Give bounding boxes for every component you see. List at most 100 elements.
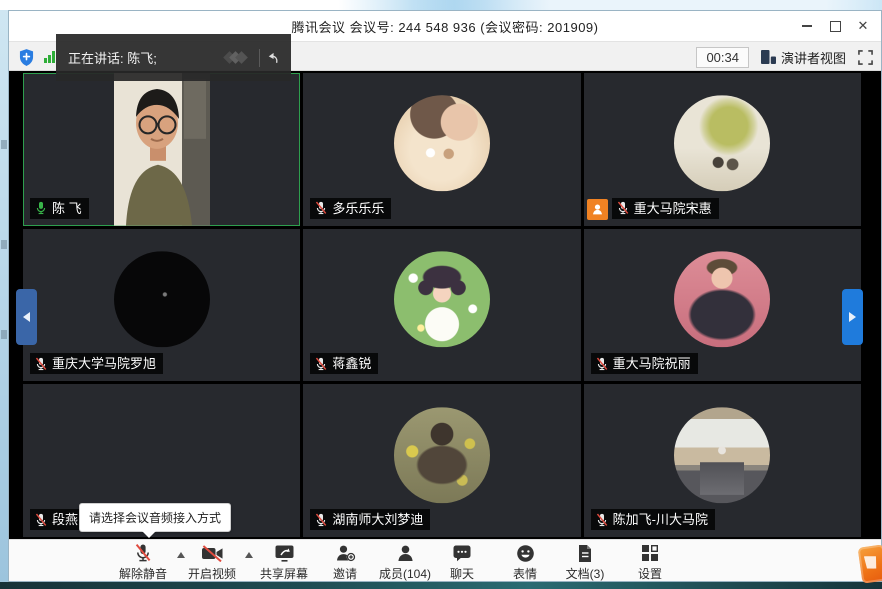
minimize-icon: [802, 25, 812, 27]
video-grid: 陈 飞 多乐乐乐: [9, 71, 881, 539]
share-screen-icon: [274, 543, 295, 563]
members-icon: [396, 543, 415, 563]
speaking-indicator-text: 正在讲话: 陈飞;: [56, 48, 228, 67]
participant-name-label: 蒋鑫锐: [310, 353, 378, 374]
settings-label: 设置: [638, 565, 662, 582]
desktop-icon-fragment: [1, 330, 7, 339]
docs-label: 文档(3): [566, 565, 605, 582]
participant-tile[interactable]: 多乐乐乐: [303, 73, 580, 226]
emoji-label: 表情: [513, 565, 537, 582]
desktop-icon-fragment: [1, 240, 7, 249]
participant-tile[interactable]: 重大马院宋惠: [584, 73, 861, 226]
mic-muted-icon: [595, 513, 609, 527]
external-app-icon[interactable]: [858, 544, 882, 583]
avatar: [394, 96, 490, 192]
collapse-arrow-icon[interactable]: [267, 51, 281, 65]
participant-name-label: 重大马院祝丽: [591, 353, 698, 374]
speaker-view-button[interactable]: 演讲者视图: [761, 48, 846, 67]
chat-icon: [452, 543, 472, 563]
camera-off-icon: [201, 543, 224, 563]
settings-grid-icon: [641, 543, 659, 563]
invite-label: 邀请: [333, 565, 357, 582]
avatar: [114, 407, 210, 503]
mic-on-icon: [34, 201, 48, 215]
avatar: [114, 251, 210, 347]
participant-name-label: 陈 飞: [30, 198, 89, 219]
start-video-label: 开启视频: [188, 565, 236, 582]
start-video-button[interactable]: 开启视频: [174, 543, 250, 582]
audio-join-tooltip-text: 请选择会议音频接入方式: [89, 509, 221, 526]
mic-muted-icon: [34, 513, 48, 527]
unmute-label: 解除静音: [119, 565, 167, 582]
mic-muted-icon: [133, 543, 153, 563]
emoji-icon: [516, 543, 535, 563]
desktop-wallpaper-left: [0, 10, 8, 582]
avatar: [674, 407, 770, 503]
meeting-window: 腾讯会议 会议号: 244 548 936 (会议密码: 201909) ✕ 0…: [8, 10, 882, 582]
participant-name: 陈加飞-川大马院: [613, 511, 708, 528]
participant-tile[interactable]: 陈加飞-川大马院: [584, 384, 861, 537]
meeting-toolbar: 解除静音 开启视频: [9, 539, 881, 581]
participant-name: 重大马院祝丽: [613, 355, 691, 372]
mic-muted-icon: [314, 201, 328, 215]
avatar: [674, 96, 770, 192]
avatar: [394, 407, 490, 503]
participant-name-label: 重庆大学马院罗旭: [30, 353, 163, 374]
member-badge-icon: [587, 199, 608, 220]
invite-icon: [335, 543, 356, 563]
unmute-button[interactable]: 解除静音: [105, 543, 181, 582]
overlay-divider: [259, 49, 260, 67]
participant-name-label: 多乐乐乐: [310, 198, 391, 219]
participant-tile[interactable]: 重大马院祝丽: [584, 229, 861, 382]
tooltip-caret: [142, 531, 156, 538]
audio-join-tooltip: 请选择会议音频接入方式: [79, 503, 231, 532]
participant-tile[interactable]: 蒋鑫锐: [303, 229, 580, 382]
network-signal-icon[interactable]: [44, 51, 55, 63]
participant-name: 蒋鑫锐: [332, 355, 371, 372]
mic-muted-icon: [616, 201, 630, 215]
brand-logo-icon: [228, 53, 246, 62]
layout-view-icon: [761, 50, 776, 64]
maximize-icon: [830, 21, 841, 32]
participant-tile[interactable]: 湖南师大刘梦迪: [303, 384, 580, 537]
arrow-left-icon: [23, 312, 30, 322]
speaker-view-label: 演讲者视图: [781, 48, 846, 67]
participant-name: 重大马院宋惠: [634, 200, 712, 217]
meeting-timer: 00:34: [696, 47, 749, 68]
close-button[interactable]: ✕: [849, 13, 877, 39]
window-title: 腾讯会议 会议号: 244 548 936 (会议密码: 201909): [291, 17, 598, 36]
next-page-arrow[interactable]: [842, 289, 863, 345]
participant-tile-chenfei[interactable]: 陈 飞: [23, 73, 300, 226]
participant-video: [114, 73, 210, 226]
participant-name-label: 段燕: [30, 509, 85, 530]
status-right: 00:34 演讲者视图: [696, 42, 873, 72]
desktop-wallpaper-top: [0, 0, 882, 10]
minimize-button[interactable]: [793, 13, 821, 39]
mic-muted-icon: [595, 357, 609, 371]
fullscreen-icon[interactable]: [858, 50, 873, 65]
status-left: [19, 42, 55, 72]
mic-muted-icon: [34, 357, 48, 371]
desktop-wallpaper-bottom: [0, 582, 882, 589]
mic-muted-icon: [314, 513, 328, 527]
security-shield-icon[interactable]: [19, 49, 34, 66]
document-icon: [577, 543, 593, 563]
desktop-icon-fragment: [1, 140, 7, 149]
participant-name: 湖南师大刘梦迪: [332, 511, 423, 528]
participant-name: 陈 飞: [52, 200, 82, 217]
participant-name-label: 陈加飞-川大马院: [591, 509, 715, 530]
maximize-button[interactable]: [821, 13, 849, 39]
window-controls: ✕: [793, 11, 877, 41]
chat-label: 聊天: [450, 565, 474, 582]
mic-muted-icon: [314, 357, 328, 371]
participant-name: 重庆大学马院罗旭: [52, 355, 156, 372]
participant-tile[interactable]: 重庆大学马院罗旭: [23, 229, 300, 382]
avatar: [394, 251, 490, 347]
settings-button[interactable]: 设置: [612, 543, 688, 582]
participant-name-label: 重大马院宋惠: [612, 198, 719, 219]
previous-page-arrow[interactable]: [16, 289, 37, 345]
participant-name: 多乐乐乐: [332, 200, 384, 217]
screen: 腾讯会议 会议号: 244 548 936 (会议密码: 201909) ✕ 0…: [0, 0, 882, 589]
participant-name: 段燕: [52, 511, 78, 528]
speaking-indicator-overlay: 正在讲话: 陈飞;: [56, 34, 291, 81]
